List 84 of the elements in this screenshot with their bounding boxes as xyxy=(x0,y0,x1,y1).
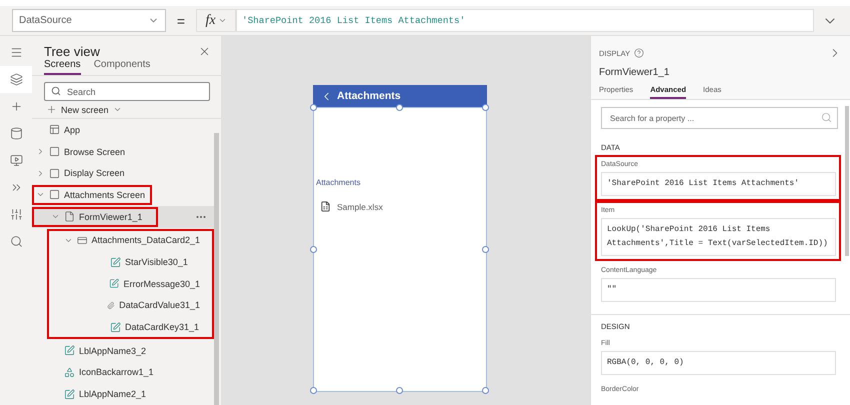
screen-icon xyxy=(49,168,60,179)
edit-icon xyxy=(64,388,75,400)
tree-item-label: Attachments Screen xyxy=(64,190,146,200)
database-icon[interactable] xyxy=(10,127,22,140)
resize-handle[interactable] xyxy=(396,387,403,394)
property-dropdown[interactable]: DataSource xyxy=(12,9,166,32)
tree-item[interactable]: IconBackarrow1_1 xyxy=(32,362,215,384)
fx-button[interactable]: fx xyxy=(196,9,236,32)
search-icon[interactable] xyxy=(10,235,22,248)
property-value-field[interactable]: RGBA(0, 0, 0, 0) xyxy=(601,351,836,375)
tree-item[interactable]: App xyxy=(32,119,215,141)
search-icon xyxy=(821,112,832,123)
tree-item-label: IconBackarrow1_1 xyxy=(79,367,154,378)
screen-icon xyxy=(49,189,60,200)
layers-button[interactable] xyxy=(0,66,32,93)
tree-item-label: DataCardValue31_1 xyxy=(119,300,200,310)
screen-icon xyxy=(49,146,60,158)
property-value-field[interactable]: "" xyxy=(601,278,836,302)
edit-icon xyxy=(110,256,121,268)
shapes-icon xyxy=(64,366,75,378)
file-name[interactable]: Sample.xlsx xyxy=(337,202,383,212)
tree-item[interactable]: FormViewer1_1 xyxy=(32,206,215,228)
formula-field[interactable]: 'SharePoint 2016 List Items Attachments' xyxy=(236,9,814,32)
chevron-right-icon[interactable] xyxy=(36,168,45,178)
card-icon xyxy=(77,234,88,246)
chevron-right-icon[interactable] xyxy=(36,147,45,156)
new-screen-button[interactable]: New screen xyxy=(32,101,221,118)
chevron-down-icon xyxy=(218,16,227,25)
plus-icon xyxy=(46,104,57,116)
tree-item-label: Attachments_DataCard2_1 xyxy=(91,235,200,246)
property-value-field[interactable]: 'SharePoint 2016 List Items Attachments' xyxy=(601,172,836,196)
tree-item[interactable]: LblAppName2_1 xyxy=(32,383,215,405)
tab[interactable]: Screens xyxy=(44,59,81,76)
control-name: FormViewer1_1 xyxy=(599,67,670,78)
media-icon[interactable] xyxy=(10,154,22,167)
panel-title: Tree view xyxy=(44,44,100,60)
tree-item-label: LblAppName2_1 xyxy=(79,389,146,400)
search-field[interactable]: Search xyxy=(44,82,210,102)
property-value-field[interactable]: LookUp('SharePoint 2016 List Items Attachments',Title = Text(varSelectedItem.ID)) xyxy=(601,218,836,256)
tab[interactable]: Components xyxy=(94,59,150,76)
layers-icon[interactable] xyxy=(10,73,22,86)
search-icon xyxy=(51,86,61,96)
tree-item[interactable]: DataCardKey31_1 xyxy=(48,316,213,338)
menu-icon[interactable] xyxy=(10,46,22,59)
form-viewer[interactable]: Attachments Sample.xlsx xyxy=(313,107,487,392)
resize-handle[interactable] xyxy=(310,246,317,252)
resize-handle[interactable] xyxy=(396,104,403,111)
tree-item[interactable]: Attachments_DataCard2_1 xyxy=(48,230,213,252)
edit-icon xyxy=(64,345,75,356)
tree-item[interactable]: LblAppName3_2 xyxy=(32,340,215,362)
paperclip-icon xyxy=(107,300,116,311)
tree-item-label: FormViewer1_1 xyxy=(79,212,142,222)
tree-item-label: LblAppName3_2 xyxy=(79,346,146,356)
resize-handle[interactable] xyxy=(482,387,489,394)
scrollbar[interactable] xyxy=(214,133,219,405)
resize-handle[interactable] xyxy=(482,246,489,252)
tree-item[interactable]: ErrorMessage30_1 xyxy=(48,272,213,295)
header-title: Attachments xyxy=(337,90,401,102)
app-icon xyxy=(49,124,60,136)
tree-item-label: App xyxy=(64,124,80,135)
form-icon xyxy=(64,211,75,222)
tree-item[interactable]: StarVisible30_1 xyxy=(48,251,213,273)
tree-item[interactable]: Display Screen xyxy=(32,162,215,184)
equals-sign: = xyxy=(176,12,186,28)
edit-icon xyxy=(109,278,120,290)
resize-handle[interactable] xyxy=(482,104,489,111)
attachments-label: Attachments xyxy=(316,178,362,187)
tree-item-label: Browse Screen xyxy=(64,146,126,157)
plus-icon[interactable] xyxy=(10,100,22,113)
tree-item-label: StarVisible30_1 xyxy=(125,257,188,268)
tree-item-label: DataCardKey31_1 xyxy=(125,322,200,332)
tree-item-label: ErrorMessage30_1 xyxy=(123,278,200,289)
tree-item[interactable]: Attachments Screen xyxy=(32,184,215,206)
tree-item[interactable]: Browse Screen xyxy=(32,140,215,162)
tree-item[interactable]: DataCardValue31_1 xyxy=(48,294,213,316)
property-search-field[interactable]: Search for a property ... xyxy=(601,107,838,129)
resize-handle[interactable] xyxy=(310,104,317,111)
sliders-icon[interactable] xyxy=(10,208,22,221)
spreadsheet-icon xyxy=(320,201,331,212)
resize-handle[interactable] xyxy=(310,387,317,394)
help-icon[interactable] xyxy=(634,48,644,58)
scrollbar[interactable] xyxy=(845,106,849,256)
tree-item-label: Display Screen xyxy=(64,168,125,178)
edit-icon xyxy=(110,322,121,333)
